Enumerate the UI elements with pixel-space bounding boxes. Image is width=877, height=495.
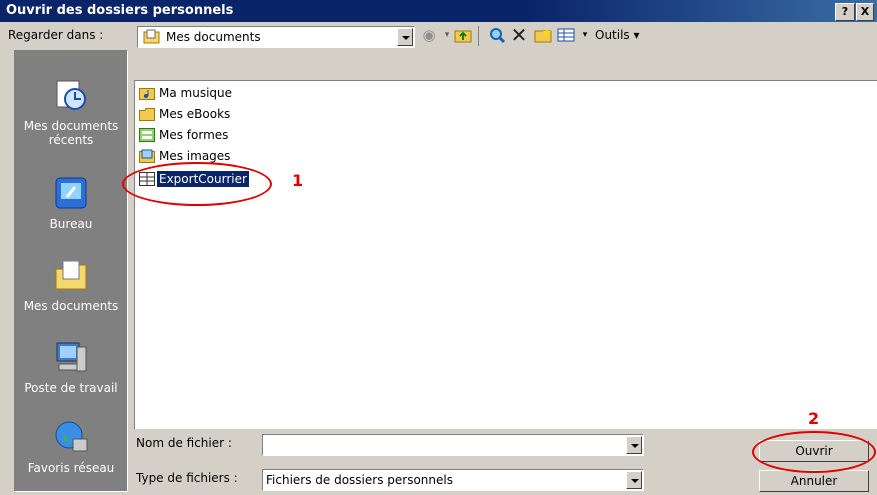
- place-desktop[interactable]: Bureau: [15, 175, 127, 231]
- pictures-folder-icon: [139, 149, 155, 163]
- place-label: Mes documents récents: [23, 119, 119, 147]
- lookin-label: Regarder dans :: [8, 28, 104, 42]
- filetype-value: Fichiers de dossiers personnels: [266, 473, 453, 487]
- step-1-marker: 1: [292, 171, 304, 190]
- place-label: Bureau: [49, 217, 93, 231]
- filetype-select[interactable]: Fichiers de dossiers personnels: [262, 469, 644, 491]
- delete-icon[interactable]: ✕: [508, 24, 530, 46]
- folder-icon: [139, 107, 155, 121]
- list-item[interactable]: Mes formes: [139, 127, 230, 145]
- highlight-ellipse-open: [752, 431, 876, 473]
- filename-input[interactable]: [262, 434, 644, 456]
- place-label: Poste de travail: [24, 381, 118, 395]
- toolbar-separator: [478, 26, 479, 46]
- network-places-icon: [55, 421, 88, 452]
- place-network[interactable]: Favoris réseau: [15, 419, 127, 475]
- search-web-icon[interactable]: [486, 24, 508, 46]
- lookin-combo[interactable]: Mes documents: [137, 26, 415, 48]
- up-folder-icon[interactable]: [452, 24, 474, 46]
- my-documents-icon: [55, 260, 87, 290]
- places-bar: Mes documents récents Bureau Mes documen…: [14, 50, 128, 492]
- my-documents-small-icon: [143, 29, 160, 44]
- lookin-value: Mes documents: [166, 30, 261, 44]
- filetype-dropdown-button[interactable]: [626, 471, 642, 489]
- title-bar: Ouvrir des dossiers personnels ? X: [0, 0, 877, 22]
- filename-dropdown-button[interactable]: [626, 436, 642, 454]
- new-folder-icon[interactable]: [532, 24, 554, 46]
- tools-menu[interactable]: Outils ▾: [595, 28, 640, 42]
- cancel-button[interactable]: Annuler: [759, 470, 869, 492]
- music-folder-icon: [139, 87, 155, 100]
- filetype-label: Type de fichiers :: [136, 471, 238, 485]
- step-2-marker: 2: [808, 409, 820, 428]
- my-computer-icon: [56, 342, 87, 372]
- place-my-documents[interactable]: Mes documents: [15, 257, 127, 313]
- list-item[interactable]: Mes eBooks: [139, 106, 232, 124]
- shapes-folder-icon: [139, 127, 155, 142]
- views-dropdown-icon[interactable]: ▾: [574, 24, 596, 46]
- file-list[interactable]: Ma musique Mes eBooks Mes formes Mes ima…: [134, 80, 877, 429]
- place-label: Favoris réseau: [27, 461, 115, 475]
- list-item[interactable]: Ma musique: [139, 85, 234, 103]
- help-button[interactable]: ?: [835, 3, 855, 21]
- place-my-computer[interactable]: Poste de travail: [15, 339, 127, 395]
- recent-documents-icon: [56, 80, 86, 110]
- highlight-ellipse-file: [122, 162, 272, 206]
- place-recent-documents[interactable]: Mes documents récents: [15, 77, 127, 147]
- close-button[interactable]: X: [856, 3, 874, 21]
- window-title: Ouvrir des dossiers personnels: [6, 3, 234, 18]
- desktop-icon: [55, 177, 87, 209]
- lookin-dropdown-button[interactable]: [397, 28, 413, 46]
- place-label: Mes documents: [23, 299, 119, 313]
- filename-label: Nom de fichier :: [136, 436, 232, 450]
